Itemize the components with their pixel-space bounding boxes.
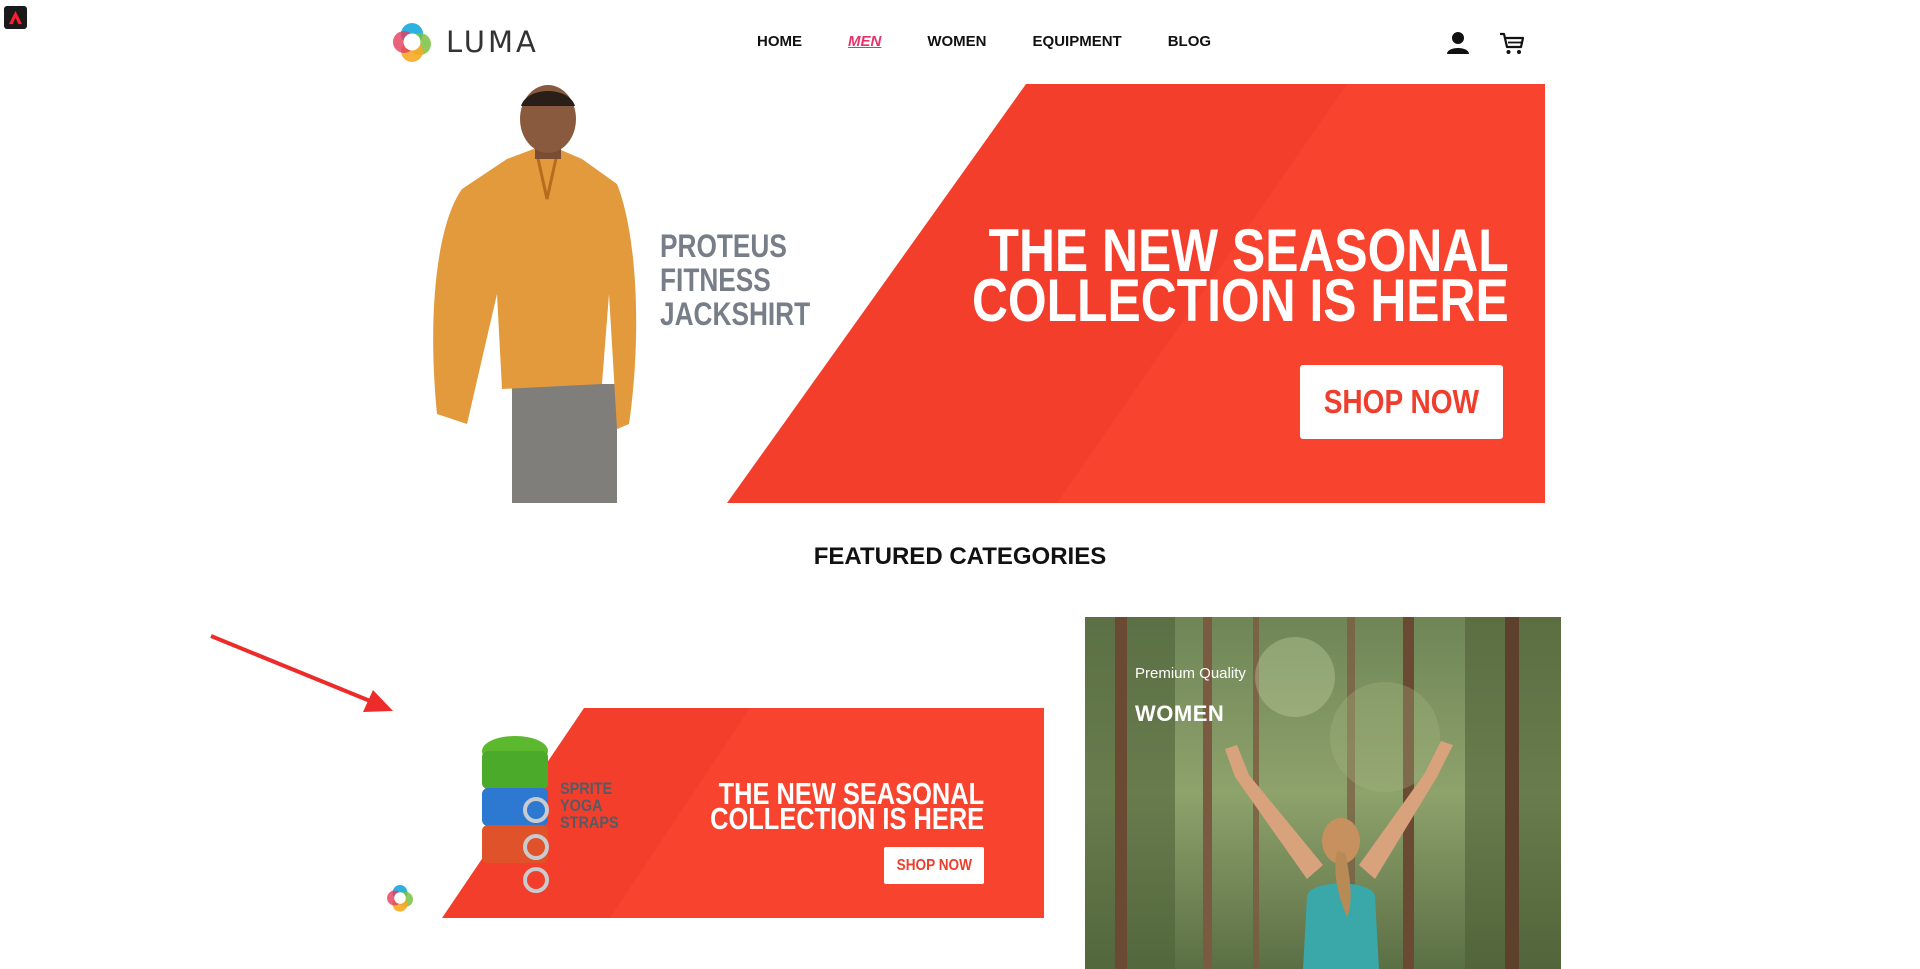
nav-equipment[interactable]: EQUIPMENT (1033, 30, 1122, 54)
nav-blog[interactable]: BLOG (1168, 30, 1211, 54)
user-icon[interactable] (1443, 28, 1473, 58)
hero-shop-now-label: SHOP NOW (1323, 383, 1480, 420)
hero-product-line: PROTEUS (660, 228, 787, 264)
promo-product-line: SPRITE (560, 779, 613, 798)
promo-product-name: SPRITE YOGA STRAPS (560, 780, 619, 831)
promo-product-line: STRAPS (560, 813, 619, 832)
nav-women[interactable]: WOMEN (927, 30, 986, 54)
luma-logo[interactable]: LUMA (390, 20, 539, 64)
hero-headline-line: COLLECTION IS HERE (972, 267, 1509, 334)
women-card-title: WOMEN (1135, 701, 1225, 726)
annotation-arrow-icon (210, 634, 393, 712)
promo-headline: THE NEW SEASONAL COLLECTION IS HERE (710, 778, 984, 836)
header-actions (1443, 28, 1551, 58)
site-header: LUMA HOME MEN WOMEN EQUIPMENT BLOG (0, 0, 1920, 84)
hero-headline: THE NEW SEASONAL COLLECTION IS HERE (972, 221, 1509, 334)
brand-name: LUMA (446, 25, 539, 59)
promo-headline-line: COLLECTION IS HERE (710, 801, 984, 836)
cart-icon[interactable] (1497, 28, 1527, 58)
hero-product-line: FITNESS (660, 262, 771, 298)
promo-product-line: YOGA (560, 796, 603, 815)
promo-shop-now-label: SHOP NOW (896, 856, 972, 874)
promo-banner[interactable]: SPRITE YOGA STRAPS THE NEW SEASONAL COLL… (440, 708, 1044, 918)
main-nav: HOME MEN WOMEN EQUIPMENT BLOG (757, 30, 1257, 54)
women-card-subtitle: Premium Quality (1135, 665, 1246, 682)
promo-shop-now-button[interactable]: SHOP NOW (884, 847, 984, 884)
model-figure (433, 85, 637, 503)
nav-home[interactable]: HOME (757, 30, 802, 54)
hero-product-line: JACKSHIRT (660, 296, 811, 332)
women-category-card[interactable]: Premium Quality WOMEN (1085, 617, 1561, 969)
nav-men[interactable]: MEN (848, 30, 881, 54)
hero-shop-now-button[interactable]: SHOP NOW (1300, 365, 1503, 439)
featured-categories-heading: FEATURED CATEGORIES (813, 543, 1107, 570)
hero-product-name: PROTEUS FITNESS JACKSHIRT (660, 229, 810, 331)
floating-luma-logo-icon[interactable] (385, 883, 415, 913)
luma-logo-icon (393, 23, 431, 62)
hero-banner[interactable]: PROTEUS FITNESS JACKSHIRT THE NEW SEASON… (397, 84, 1545, 503)
